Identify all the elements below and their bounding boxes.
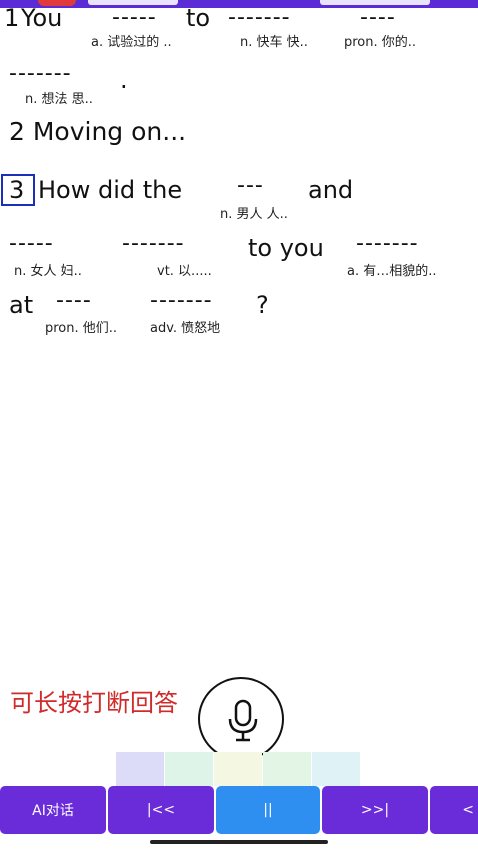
gloss-hint: a. 试验过的 ..	[91, 35, 172, 50]
gloss-hint: pron. 你的..	[344, 35, 417, 50]
sentence-number: 3	[9, 176, 25, 204]
blank-word[interactable]: -------	[228, 4, 291, 32]
blank-word[interactable]: ---	[237, 172, 264, 200]
playback-toolbar: AI对话 |<< || >>| <	[0, 786, 478, 834]
microphone-button[interactable]	[198, 677, 284, 761]
blank-word[interactable]: -------	[356, 230, 419, 258]
gloss-hint: a. 有…相貌的..	[347, 264, 437, 279]
color-swatch	[165, 752, 213, 786]
period: .	[120, 66, 128, 94]
gloss-hint: pron. 他们..	[45, 321, 118, 336]
color-swatch	[312, 752, 360, 786]
ai-chat-button[interactable]: AI对话	[0, 786, 106, 834]
color-swatch	[263, 752, 311, 786]
gloss-hint: n. 男人 人..	[220, 207, 288, 222]
phrase-how-did-the: How did the	[38, 176, 183, 204]
gloss-hint: n. 想法 思..	[25, 92, 93, 107]
color-swatch	[214, 752, 262, 786]
blank-word[interactable]: ----	[56, 287, 92, 315]
pause-button[interactable]: ||	[216, 786, 320, 834]
blank-word[interactable]: -------	[122, 230, 185, 258]
sentence-number: 1	[4, 4, 20, 32]
question-mark: ?	[256, 291, 269, 319]
word-and: and	[308, 176, 354, 204]
gloss-hint: vt. 以.....	[157, 264, 212, 279]
home-indicator[interactable]	[150, 840, 328, 844]
word-you: You	[21, 4, 63, 32]
previous-button[interactable]: |<<	[108, 786, 214, 834]
gloss-hint: n. 快车 快..	[240, 35, 308, 50]
gloss-hint: n. 女人 妇..	[14, 264, 82, 279]
blank-word[interactable]: ----	[360, 4, 396, 32]
blank-word[interactable]: -------	[9, 60, 72, 88]
blank-word[interactable]: -------	[150, 287, 213, 315]
interrupt-hint: 可长按打断回答	[10, 689, 178, 717]
section-heading: 2 Moving on...	[9, 117, 187, 146]
color-swatch	[116, 752, 164, 786]
blank-word[interactable]: -----	[112, 4, 157, 32]
more-button[interactable]: <	[430, 786, 478, 834]
blank-word[interactable]: -----	[9, 230, 54, 258]
phrase-to-you: to you	[248, 234, 324, 262]
next-button[interactable]: >>|	[322, 786, 428, 834]
gloss-hint: adv. 愤怒地	[150, 321, 221, 336]
microphone-icon	[228, 699, 258, 742]
word-to: to	[186, 4, 211, 32]
word-at: at	[9, 291, 34, 319]
